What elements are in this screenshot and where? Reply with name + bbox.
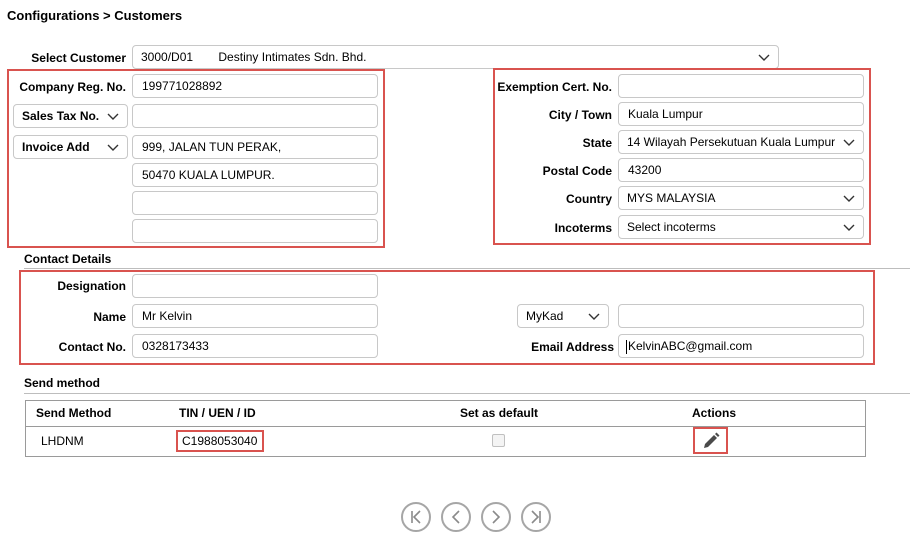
edit-action-button[interactable]	[693, 427, 728, 454]
next-page-icon	[492, 510, 501, 524]
company-reg-input[interactable]: 199771028892	[132, 74, 378, 98]
chevron-down-icon	[588, 313, 600, 320]
send-method-title: Send method	[24, 376, 101, 390]
state-label: State	[582, 136, 612, 150]
country-select[interactable]: MYS MALAYSIA	[618, 186, 864, 210]
country-label: Country	[566, 192, 612, 206]
send-method-table	[25, 400, 866, 457]
contact-no-label: Contact No.	[58, 340, 126, 354]
pencil-icon	[703, 432, 719, 448]
address-line-3[interactable]	[132, 191, 378, 215]
designation-input[interactable]	[132, 274, 378, 298]
chevron-down-icon	[758, 54, 770, 61]
contact-divider	[24, 268, 910, 269]
country-value: MYS MALAYSIA	[627, 191, 716, 205]
sales-tax-select-label: Sales Tax No.	[22, 109, 100, 123]
sales-tax-input[interactable]	[132, 104, 378, 128]
select-customer-label: Select Customer	[31, 51, 126, 65]
first-page-icon	[411, 510, 421, 524]
company-reg-label: Company Reg. No.	[19, 80, 126, 94]
select-customer-dropdown[interactable]: 3000/D01 Destiny Intimates Sdn. Bhd.	[132, 45, 779, 69]
sales-tax-select[interactable]: Sales Tax No.	[13, 104, 128, 128]
postal-input[interactable]: 43200	[618, 158, 864, 182]
postal-label: Postal Code	[542, 164, 612, 178]
last-page-button[interactable]	[521, 502, 551, 532]
col-send-method: Send Method	[36, 406, 112, 420]
city-input[interactable]: Kuala Lumpur	[618, 102, 864, 126]
incoterms-value: Select incoterms	[627, 220, 716, 234]
incoterms-select[interactable]: Select incoterms	[618, 215, 864, 239]
customer-code: 3000/D01	[141, 50, 194, 64]
designation-label: Designation	[57, 279, 126, 293]
contact-details-title: Contact Details	[24, 252, 112, 266]
id-number-input[interactable]	[618, 304, 864, 328]
breadcrumb: Configurations > Customers	[7, 8, 183, 23]
first-page-button[interactable]	[401, 502, 431, 532]
state-select[interactable]: 14 Wilayah Persekutuan Kuala Lumpur	[618, 130, 864, 154]
address-line-2[interactable]: 50470 KUALA LUMPUR.	[132, 163, 378, 187]
last-page-icon	[531, 510, 541, 524]
text-cursor	[626, 339, 627, 354]
chevron-down-icon	[843, 195, 855, 202]
contact-no-input[interactable]: 0328173433	[132, 334, 378, 358]
name-label: Name	[93, 310, 126, 324]
chevron-down-icon	[842, 135, 856, 149]
address-line-4[interactable]	[132, 219, 378, 243]
table-header-divider	[26, 426, 865, 427]
chevron-down-icon	[107, 113, 119, 120]
set-default-checkbox[interactable]	[492, 434, 505, 447]
exemption-input[interactable]	[618, 74, 864, 98]
row-send-method: LHDNM	[41, 434, 84, 448]
prev-page-icon	[451, 510, 460, 524]
col-tin: TIN / UEN / ID	[179, 406, 256, 420]
send-divider	[24, 393, 910, 394]
incoterms-label: Incoterms	[554, 221, 612, 235]
email-input[interactable]: KelvinABC@gmail.com	[618, 334, 864, 358]
id-type-value: MyKad	[526, 309, 564, 323]
email-label: Email Address	[531, 340, 614, 354]
next-page-button[interactable]	[481, 502, 511, 532]
name-input[interactable]: Mr Kelvin	[132, 304, 378, 328]
customer-name: Destiny Intimates Sdn. Bhd.	[218, 50, 367, 64]
col-actions: Actions	[692, 406, 737, 420]
chevron-down-icon	[843, 224, 855, 231]
col-default: Set as default	[460, 406, 539, 420]
invoice-add-select-label: Invoice Add	[22, 140, 90, 154]
row-tin-cell: C1988053040	[176, 430, 264, 452]
email-value: KelvinABC@gmail.com	[628, 339, 753, 353]
invoice-add-select[interactable]: Invoice Add	[13, 135, 128, 159]
prev-page-button[interactable]	[441, 502, 471, 532]
id-type-select[interactable]: MyKad	[517, 304, 609, 328]
state-value: 14 Wilayah Persekutuan Kuala Lumpur	[627, 135, 836, 149]
exemption-label: Exemption Cert. No.	[497, 80, 612, 94]
chevron-down-icon	[107, 144, 119, 151]
address-line-1[interactable]: 999, JALAN TUN PERAK,	[132, 135, 378, 159]
city-label: City / Town	[548, 108, 612, 122]
row-tin-value: C1988053040	[182, 434, 258, 448]
